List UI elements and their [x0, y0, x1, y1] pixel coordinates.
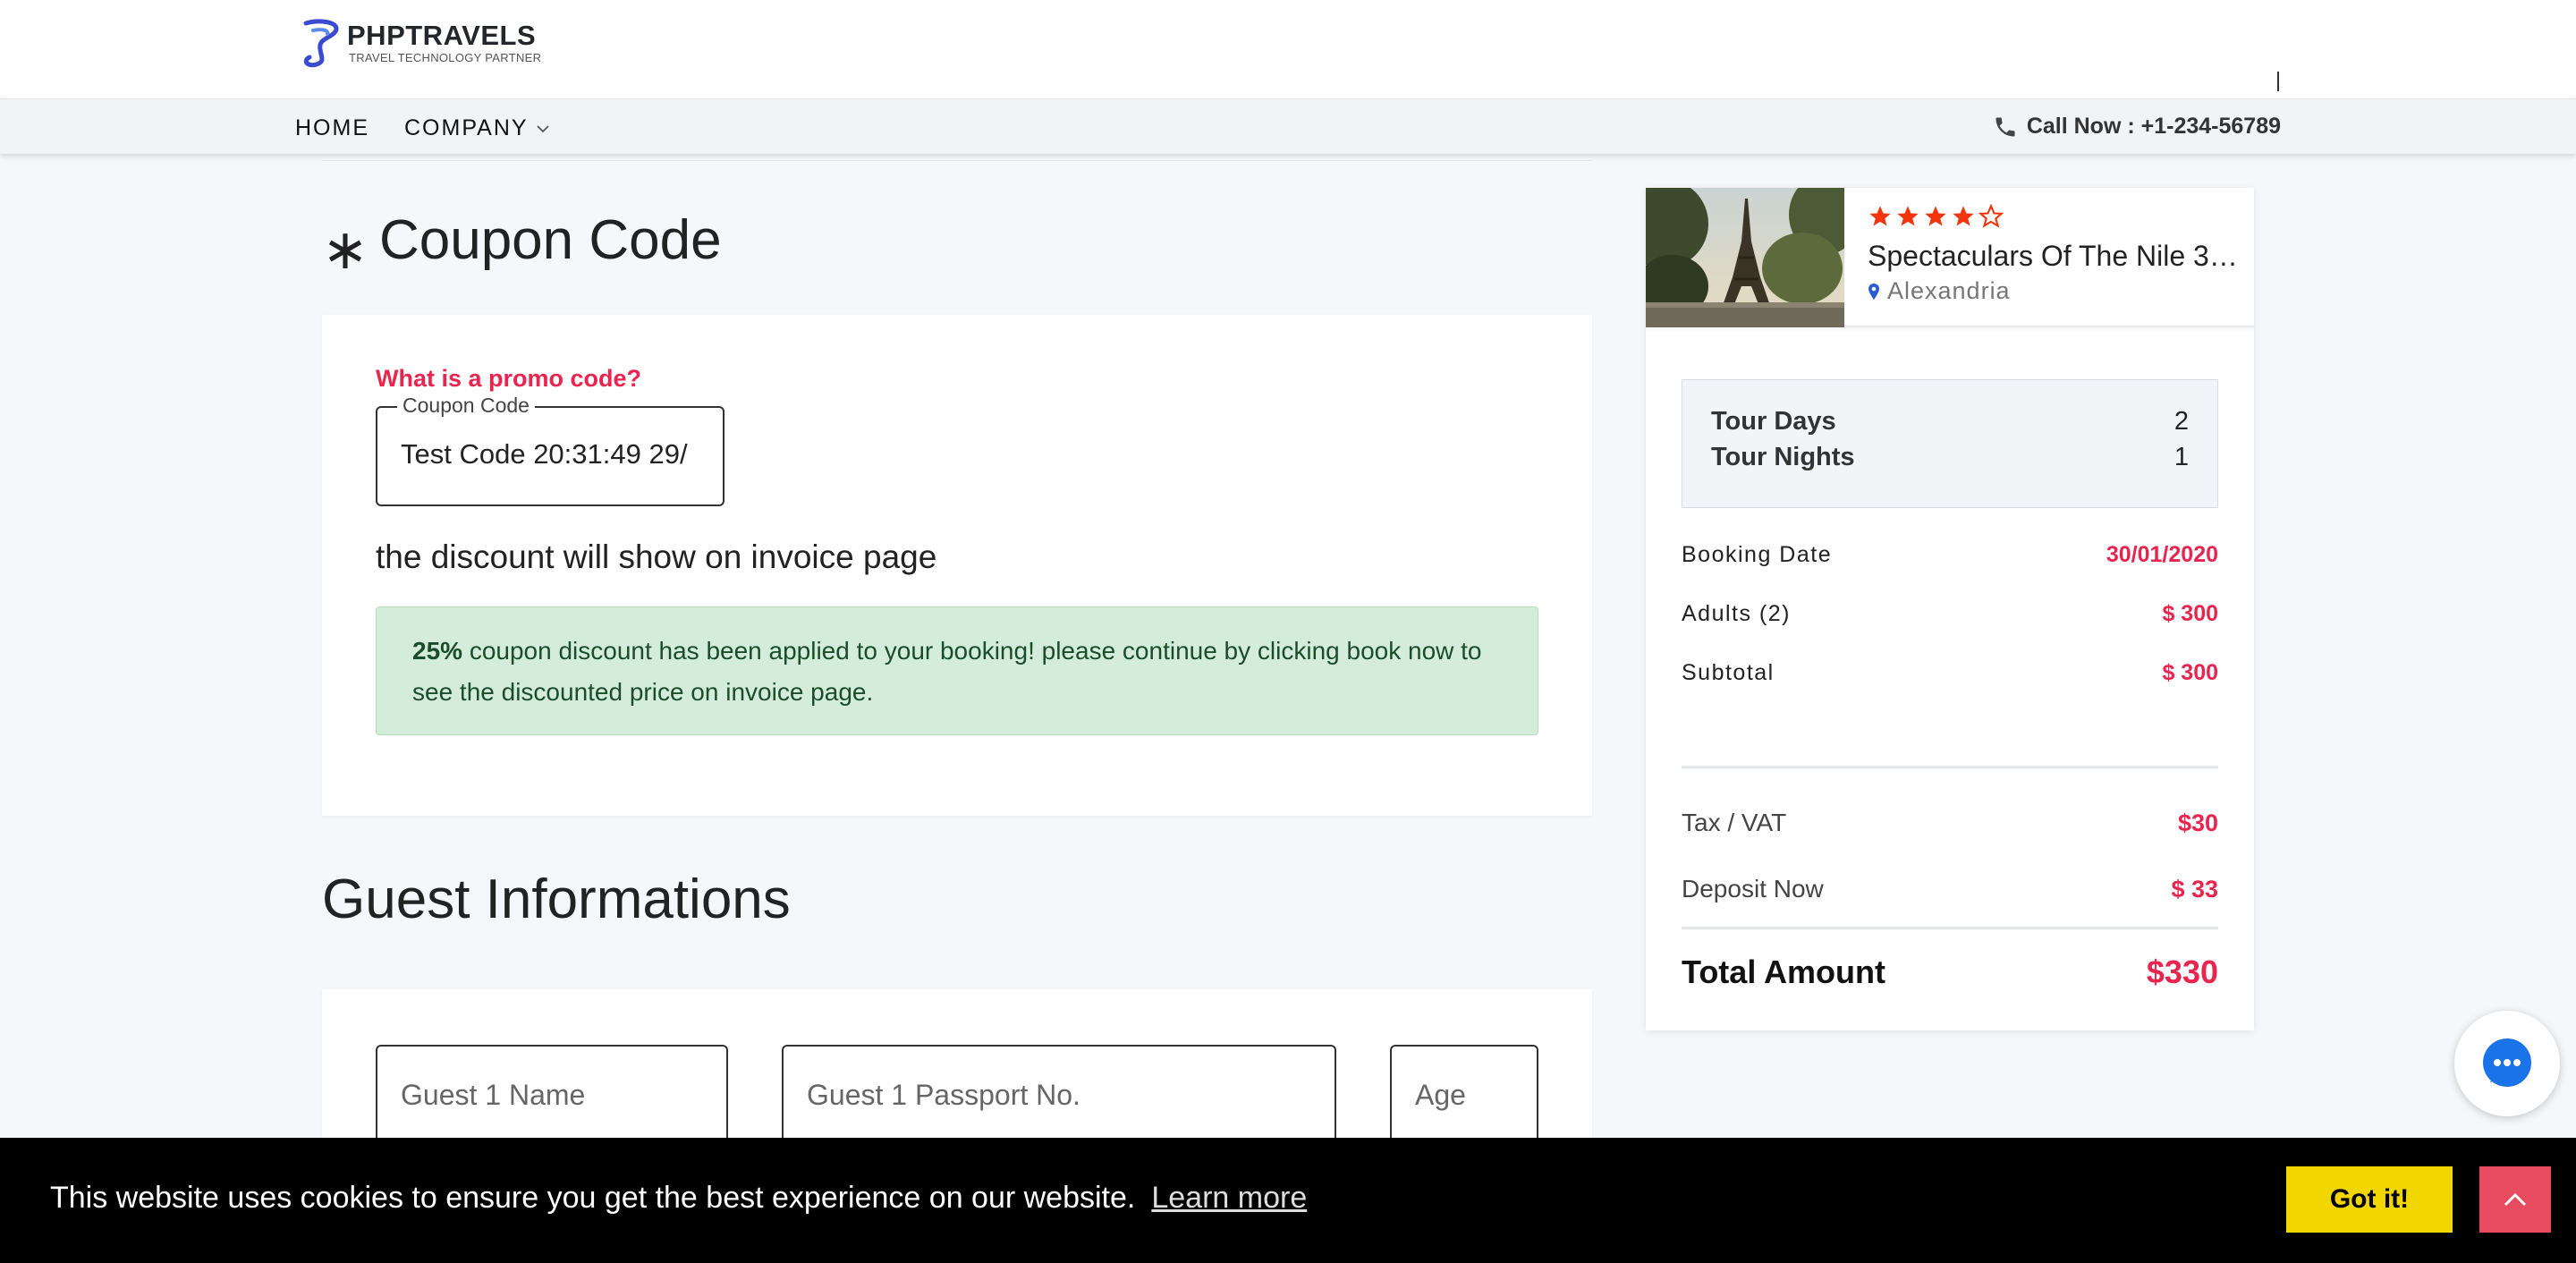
star-filled-icon	[1925, 206, 1946, 226]
chat-bubble-icon	[2483, 1038, 2531, 1087]
nav-home-label: HOME	[295, 115, 369, 140]
coupon-card: What is a promo code? Coupon Code Test C…	[322, 315, 1592, 816]
tour-nights-label: Tour Nights	[1711, 443, 1855, 471]
nav-company-label: COMPANY	[404, 115, 529, 140]
main-nav: HOME COMPANY Call Now : +1-234-56789	[0, 98, 2576, 154]
star-filled-icon	[1869, 206, 1891, 226]
header-divider	[2277, 72, 2279, 91]
discount-percent: 25%	[412, 637, 463, 665]
subtotal-value: $ 300	[2162, 660, 2218, 685]
booking-date-row: Booking Date 30/01/2020	[1682, 542, 2218, 568]
nav-home[interactable]: HOME	[295, 115, 369, 141]
total-divider	[1682, 927, 2218, 929]
summary-divider	[1682, 766, 2218, 768]
cookie-banner: This website uses cookies to ensure you …	[0, 1138, 2576, 1263]
phone-icon	[1996, 117, 2015, 136]
logo[interactable]: PHPTRAVELS TRAVEL TECHNOLOGY PARTNER	[301, 18, 541, 68]
tour-location: Alexandria	[1868, 277, 2011, 305]
subtotal-row: Subtotal $ 300	[1682, 660, 2218, 686]
tour-image	[1646, 188, 1844, 327]
deposit-row: Deposit Now $ 33	[1682, 875, 2218, 903]
discount-note: the discount will show on invoice page	[376, 538, 937, 575]
cookie-message: This website uses cookies to ensure you …	[50, 1181, 1307, 1216]
guest-age-input[interactable]: Age	[1390, 1045, 1538, 1152]
tour-header: Spectaculars Of The Nile 3 Nights Alexan…	[1646, 188, 2254, 327]
coupon-section-title: ∗ Coupon Code	[322, 208, 722, 281]
tax-row: Tax / VAT $30	[1682, 809, 2218, 837]
booking-summary: Spectaculars Of The Nile 3 Nights Alexan…	[1646, 188, 2254, 1030]
star-empty-icon	[1979, 204, 2004, 228]
coupon-success-alert: 25% coupon discount has been applied to …	[376, 606, 1538, 735]
deposit-value: $ 33	[2171, 875, 2218, 903]
chevron-up-icon	[2504, 1192, 2527, 1207]
total-row: Total Amount $330	[1682, 954, 2218, 991]
tax-value: $30	[2177, 809, 2218, 836]
promo-code-link[interactable]: What is a promo code?	[376, 365, 641, 393]
tour-days-row: Tour Days 2	[1711, 407, 2189, 437]
total-label: Total Amount	[1682, 954, 1885, 990]
accept-cookies-button[interactable]: Got it!	[2286, 1166, 2453, 1233]
coupon-code-input[interactable]: Coupon Code Test Code 20:31:49 29/	[376, 394, 724, 506]
coupon-code-value[interactable]: Test Code 20:31:49 29/	[401, 438, 705, 470]
tour-days-value: 2	[2174, 407, 2189, 436]
tax-label: Tax / VAT	[1682, 809, 1787, 836]
total-value: $330	[2146, 954, 2218, 990]
tour-nights-value: 1	[2174, 443, 2189, 471]
learn-more-link[interactable]: Learn more	[1151, 1181, 1307, 1215]
tour-location-text: Alexandria	[1887, 277, 2011, 304]
coupon-code-label: Coupon Code	[397, 394, 535, 418]
coupon-title-text: Coupon Code	[378, 209, 722, 271]
tour-nights-row: Tour Nights 1	[1711, 443, 2189, 472]
tour-days-label: Tour Days	[1711, 407, 1836, 436]
section-divider	[322, 154, 1592, 161]
subtotal-label: Subtotal	[1682, 660, 1775, 685]
cookie-message-text: This website uses cookies to ensure you …	[50, 1181, 1136, 1215]
tour-duration-box: Tour Days 2 Tour Nights 1	[1682, 379, 2218, 508]
map-pin-icon	[1868, 283, 1879, 300]
booking-date-label: Booking Date	[1682, 542, 1833, 567]
nav-company[interactable]: COMPANY	[404, 115, 550, 141]
adults-value: $ 300	[2162, 601, 2218, 626]
scroll-to-top-button[interactable]	[2479, 1166, 2551, 1233]
star-filled-icon	[1897, 206, 1919, 226]
chat-widget-button[interactable]	[2454, 1011, 2560, 1116]
call-now-text: Call Now : +1-234-56789	[2026, 114, 2281, 139]
guest-section-title: Guest Informations	[322, 869, 791, 930]
adults-label: Adults (2)	[1682, 601, 1791, 626]
guest-name-input[interactable]: Guest 1 Name	[376, 1045, 728, 1152]
chevron-down-icon	[536, 124, 549, 132]
tour-name[interactable]: Spectaculars Of The Nile 3 Nights	[1868, 240, 2243, 273]
eiffel-tower-image	[1646, 188, 1844, 327]
asterisk-icon: ∗	[322, 219, 369, 281]
logo-icon	[303, 19, 339, 68]
adults-row: Adults (2) $ 300	[1682, 601, 2218, 627]
logo-name: PHPTRAVELS	[347, 20, 537, 51]
top-header: PHPTRAVELS TRAVEL TECHNOLOGY PARTNER	[0, 0, 2576, 98]
deposit-label: Deposit Now	[1682, 875, 1824, 903]
guest-passport-input[interactable]: Guest 1 Passport No.	[782, 1045, 1336, 1152]
rating-stars	[1868, 204, 2004, 229]
logo-tagline: TRAVEL TECHNOLOGY PARTNER	[349, 51, 542, 64]
booking-date-value: 30/01/2020	[2106, 542, 2218, 567]
call-now[interactable]: Call Now : +1-234-56789	[1993, 114, 2281, 140]
alert-message: coupon discount has been applied to your…	[412, 637, 1482, 706]
star-filled-icon	[1953, 206, 1974, 226]
